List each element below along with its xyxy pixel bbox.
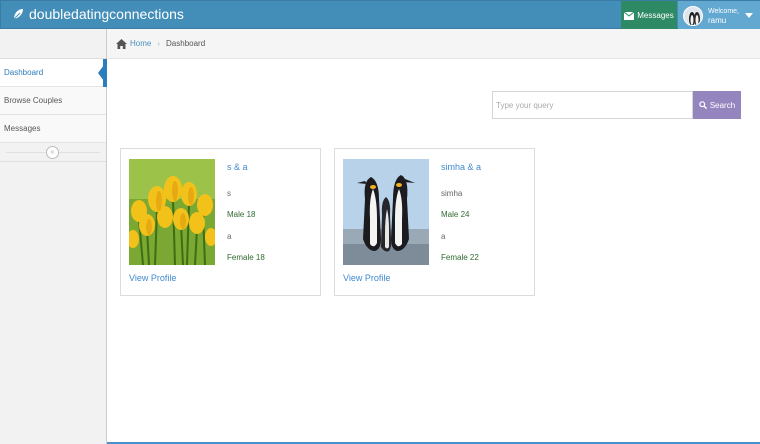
person-info: Male 24 [441,210,470,219]
app-title: doubledatingconnections [29,6,184,22]
breadcrumb-current: Dashboard [166,39,206,48]
profile-card: simha & a simha Male 24 a Female 22 View… [334,148,535,296]
person-name: s [227,189,231,198]
person-info: Female 18 [227,253,265,262]
top-navbar: doubledatingconnections Messages Welcome… [0,0,760,30]
sidebar-item-browse-couples[interactable]: Browse Couples [0,87,106,115]
profile-photo[interactable] [129,159,215,265]
person-info: Male 18 [227,210,256,219]
profile-photo[interactable] [343,159,429,265]
messages-button[interactable]: Messages [621,1,677,30]
avatar [683,5,703,26]
welcome-text: Welcome, ramu [708,7,739,25]
sidebar-item-label: Messages [4,124,41,133]
user-menu[interactable]: Welcome, ramu [678,1,760,30]
sidebar-item-label: Dashboard [4,68,44,77]
leaf-icon [13,9,23,20]
person-name: a [441,232,446,241]
view-profile-link[interactable]: View Profile [343,273,390,283]
caret-down-icon [745,13,753,18]
search-input[interactable] [492,91,693,119]
breadcrumb-home[interactable]: Home [116,38,152,49]
person-info: Female 22 [441,253,479,262]
profile-card: s & a s Male 18 a Female 18 View Profile [120,148,321,296]
home-icon [116,38,127,49]
messages-label: Messages [637,11,674,20]
view-profile-link[interactable]: View Profile [129,273,176,283]
search-icon [699,101,707,109]
sidebar-item-label: Browse Couples [4,96,63,105]
couple-name[interactable]: s & a [227,162,248,172]
couple-name[interactable]: simha & a [441,162,481,172]
person-name: simha [441,189,463,198]
person-name: a [227,232,232,241]
envelope-icon [624,11,635,20]
search-button-label: Search [709,100,736,110]
user-name: ramu [708,15,727,25]
welcome-label: Welcome, [708,7,739,15]
collapse-icon[interactable]: « [46,146,59,159]
sidebar-item-dashboard[interactable]: Dashboard [0,59,107,87]
sidebar: Dashboard Browse Couples Messages « [0,29,107,444]
sidebar-collapse: « [0,143,106,162]
chevron-right-icon: › [157,39,161,48]
search-button[interactable]: Search [693,91,741,119]
breadcrumb-home-label: Home [130,39,152,48]
sidebar-shortcuts [0,29,106,59]
breadcrumb: Home › Dashboard [107,29,760,59]
sidebar-item-messages[interactable]: Messages [0,115,106,143]
brand[interactable]: doubledatingconnections [12,6,184,22]
